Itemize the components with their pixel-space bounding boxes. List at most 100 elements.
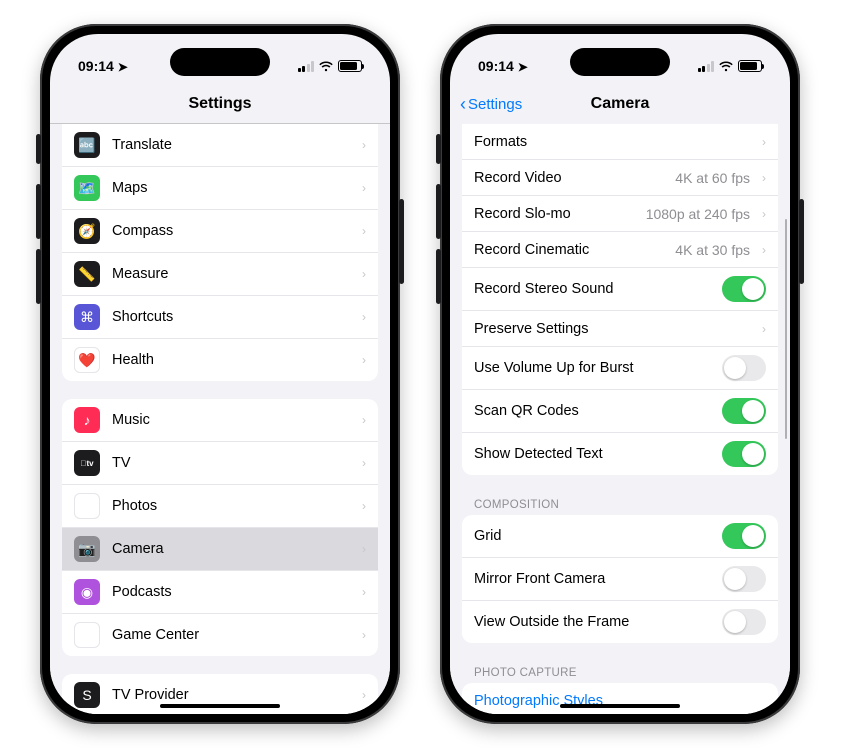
cellular-icon bbox=[698, 61, 715, 72]
music-icon: ♪ bbox=[74, 407, 100, 433]
camera-row-record-slomo[interactable]: Record Slo-mo1080p at 240 fps› bbox=[462, 196, 778, 232]
tv-provider-icon: S bbox=[74, 682, 100, 708]
chevron-right-icon: › bbox=[362, 688, 366, 702]
row-label: Record Stereo Sound bbox=[474, 281, 710, 297]
row-label: Record Video bbox=[474, 170, 663, 186]
camera-row-record-cinematic[interactable]: Record Cinematic4K at 30 fps› bbox=[462, 232, 778, 268]
row-label: Formats bbox=[474, 134, 750, 150]
chevron-right-icon: › bbox=[362, 585, 366, 599]
row-label: Grid bbox=[474, 528, 710, 544]
status-time: 09:14 bbox=[78, 58, 114, 74]
chevron-right-icon: › bbox=[362, 413, 366, 427]
nav-bar: Settings bbox=[50, 84, 390, 124]
wifi-icon bbox=[318, 60, 334, 72]
chevron-right-icon: › bbox=[762, 135, 766, 149]
cellular-icon bbox=[298, 61, 315, 72]
dynamic-island bbox=[570, 48, 670, 76]
camera-row-record-stereo[interactable]: Record Stereo Sound bbox=[462, 268, 778, 311]
camera-icon: 📷 bbox=[74, 536, 100, 562]
phone-right: 09:14 ➤ ‹ Settings Camera Formats›Record… bbox=[440, 24, 800, 724]
chevron-right-icon: › bbox=[362, 224, 366, 238]
toggle-scan-qr[interactable] bbox=[722, 398, 766, 424]
home-indicator[interactable] bbox=[560, 704, 680, 708]
camera-row-volume-burst[interactable]: Use Volume Up for Burst bbox=[462, 347, 778, 390]
settings-row-tv[interactable]: tvTV› bbox=[62, 442, 378, 485]
home-indicator[interactable] bbox=[160, 704, 280, 708]
chevron-right-icon: › bbox=[362, 181, 366, 195]
nav-bar: ‹ Settings Camera bbox=[450, 84, 790, 124]
maps-icon: 🗺️ bbox=[74, 175, 100, 201]
row-label: Translate bbox=[112, 137, 350, 153]
chevron-right-icon: › bbox=[762, 322, 766, 336]
chevron-left-icon: ‹ bbox=[460, 94, 466, 115]
back-label: Settings bbox=[468, 96, 522, 113]
tv-icon: tv bbox=[74, 450, 100, 476]
row-label: Scan QR Codes bbox=[474, 403, 710, 419]
toggle-record-stereo[interactable] bbox=[722, 276, 766, 302]
settings-row-photos[interactable]: ❋Photos› bbox=[62, 485, 378, 528]
chevron-right-icon: › bbox=[362, 267, 366, 281]
row-label: Shortcuts bbox=[112, 309, 350, 325]
settings-row-maps[interactable]: 🗺️ Maps › bbox=[62, 167, 378, 210]
chevron-right-icon: › bbox=[362, 353, 366, 367]
settings-row-music[interactable]: ♪Music› bbox=[62, 399, 378, 442]
camera-row-formats[interactable]: Formats › bbox=[462, 124, 778, 160]
camera-row-preserve-settings[interactable]: Preserve Settings › bbox=[462, 311, 778, 347]
scroll-indicator[interactable] bbox=[785, 219, 788, 439]
camera-row-view-outside[interactable]: View Outside the Frame bbox=[462, 601, 778, 643]
chevron-right-icon: › bbox=[762, 171, 766, 185]
compass-icon: 🧭 bbox=[74, 218, 100, 244]
camera-row-mirror-front[interactable]: Mirror Front Camera bbox=[462, 558, 778, 601]
chevron-right-icon: › bbox=[762, 207, 766, 221]
row-label: Podcasts bbox=[112, 584, 350, 600]
toggle-mirror-front[interactable] bbox=[722, 566, 766, 592]
wifi-icon bbox=[718, 60, 734, 72]
row-label: Game Center bbox=[112, 627, 350, 643]
row-label: Maps bbox=[112, 180, 350, 196]
camera-row-grid[interactable]: Grid bbox=[462, 515, 778, 558]
settings-row-tv-provider[interactable]: STV Provider› bbox=[62, 674, 378, 714]
settings-row-podcasts[interactable]: ◉Podcasts› bbox=[62, 571, 378, 614]
page-title: Settings bbox=[188, 95, 251, 113]
settings-row-health[interactable]: ❤️Health› bbox=[62, 339, 378, 381]
phone-left: 09:14 ➤ Settings 🔤Translate›🗺️Maps›🧭Comp… bbox=[40, 24, 400, 724]
battery-icon bbox=[738, 60, 762, 72]
row-label: Show Detected Text bbox=[474, 446, 710, 462]
translate-icon: 🔤 bbox=[74, 132, 100, 158]
chevron-right-icon: › bbox=[362, 310, 366, 324]
settings-row-translate[interactable]: 🔤 Translate › bbox=[62, 124, 378, 167]
chevron-right-icon: › bbox=[762, 243, 766, 257]
row-label: View Outside the Frame bbox=[474, 614, 710, 630]
settings-row-compass[interactable]: 🧭Compass› bbox=[62, 210, 378, 253]
section-header-photo-capture: Photo Capture bbox=[450, 661, 790, 683]
settings-row-camera[interactable]: 📷Camera› bbox=[62, 528, 378, 571]
status-time: 09:14 bbox=[478, 58, 514, 74]
row-label: Preserve Settings bbox=[474, 321, 750, 337]
settings-row-game-center[interactable]: ✦Game Center› bbox=[62, 614, 378, 656]
shortcuts-icon: ⌘ bbox=[74, 304, 100, 330]
toggle-grid[interactable] bbox=[722, 523, 766, 549]
camera-row-scan-qr[interactable]: Scan QR Codes bbox=[462, 390, 778, 433]
game-center-icon: ✦ bbox=[74, 622, 100, 648]
row-detail: 4K at 30 fps bbox=[675, 242, 750, 258]
row-label: Mirror Front Camera bbox=[474, 571, 710, 587]
photos-icon: ❋ bbox=[74, 493, 100, 519]
chevron-right-icon: › bbox=[362, 499, 366, 513]
battery-icon bbox=[338, 60, 362, 72]
back-button[interactable]: ‹ Settings bbox=[460, 94, 522, 115]
toggle-view-outside[interactable] bbox=[722, 609, 766, 635]
row-label: Camera bbox=[112, 541, 350, 557]
camera-row-record-video[interactable]: Record Video 4K at 60 fps › bbox=[462, 160, 778, 196]
location-arrow-icon: ➤ bbox=[518, 60, 528, 74]
health-icon: ❤️ bbox=[74, 347, 100, 373]
toggle-volume-burst[interactable] bbox=[722, 355, 766, 381]
settings-row-shortcuts[interactable]: ⌘ Shortcuts › bbox=[62, 296, 378, 339]
measure-icon: 📏 bbox=[74, 261, 100, 287]
chevron-right-icon: › bbox=[362, 138, 366, 152]
row-label: Use Volume Up for Burst bbox=[474, 360, 710, 376]
camera-row-photographic-styles[interactable]: Photographic Styles bbox=[462, 683, 778, 714]
row-detail: 4K at 60 fps bbox=[675, 170, 750, 186]
toggle-show-text[interactable] bbox=[722, 441, 766, 467]
camera-row-show-text[interactable]: Show Detected Text bbox=[462, 433, 778, 475]
settings-row-measure[interactable]: 📏Measure› bbox=[62, 253, 378, 296]
